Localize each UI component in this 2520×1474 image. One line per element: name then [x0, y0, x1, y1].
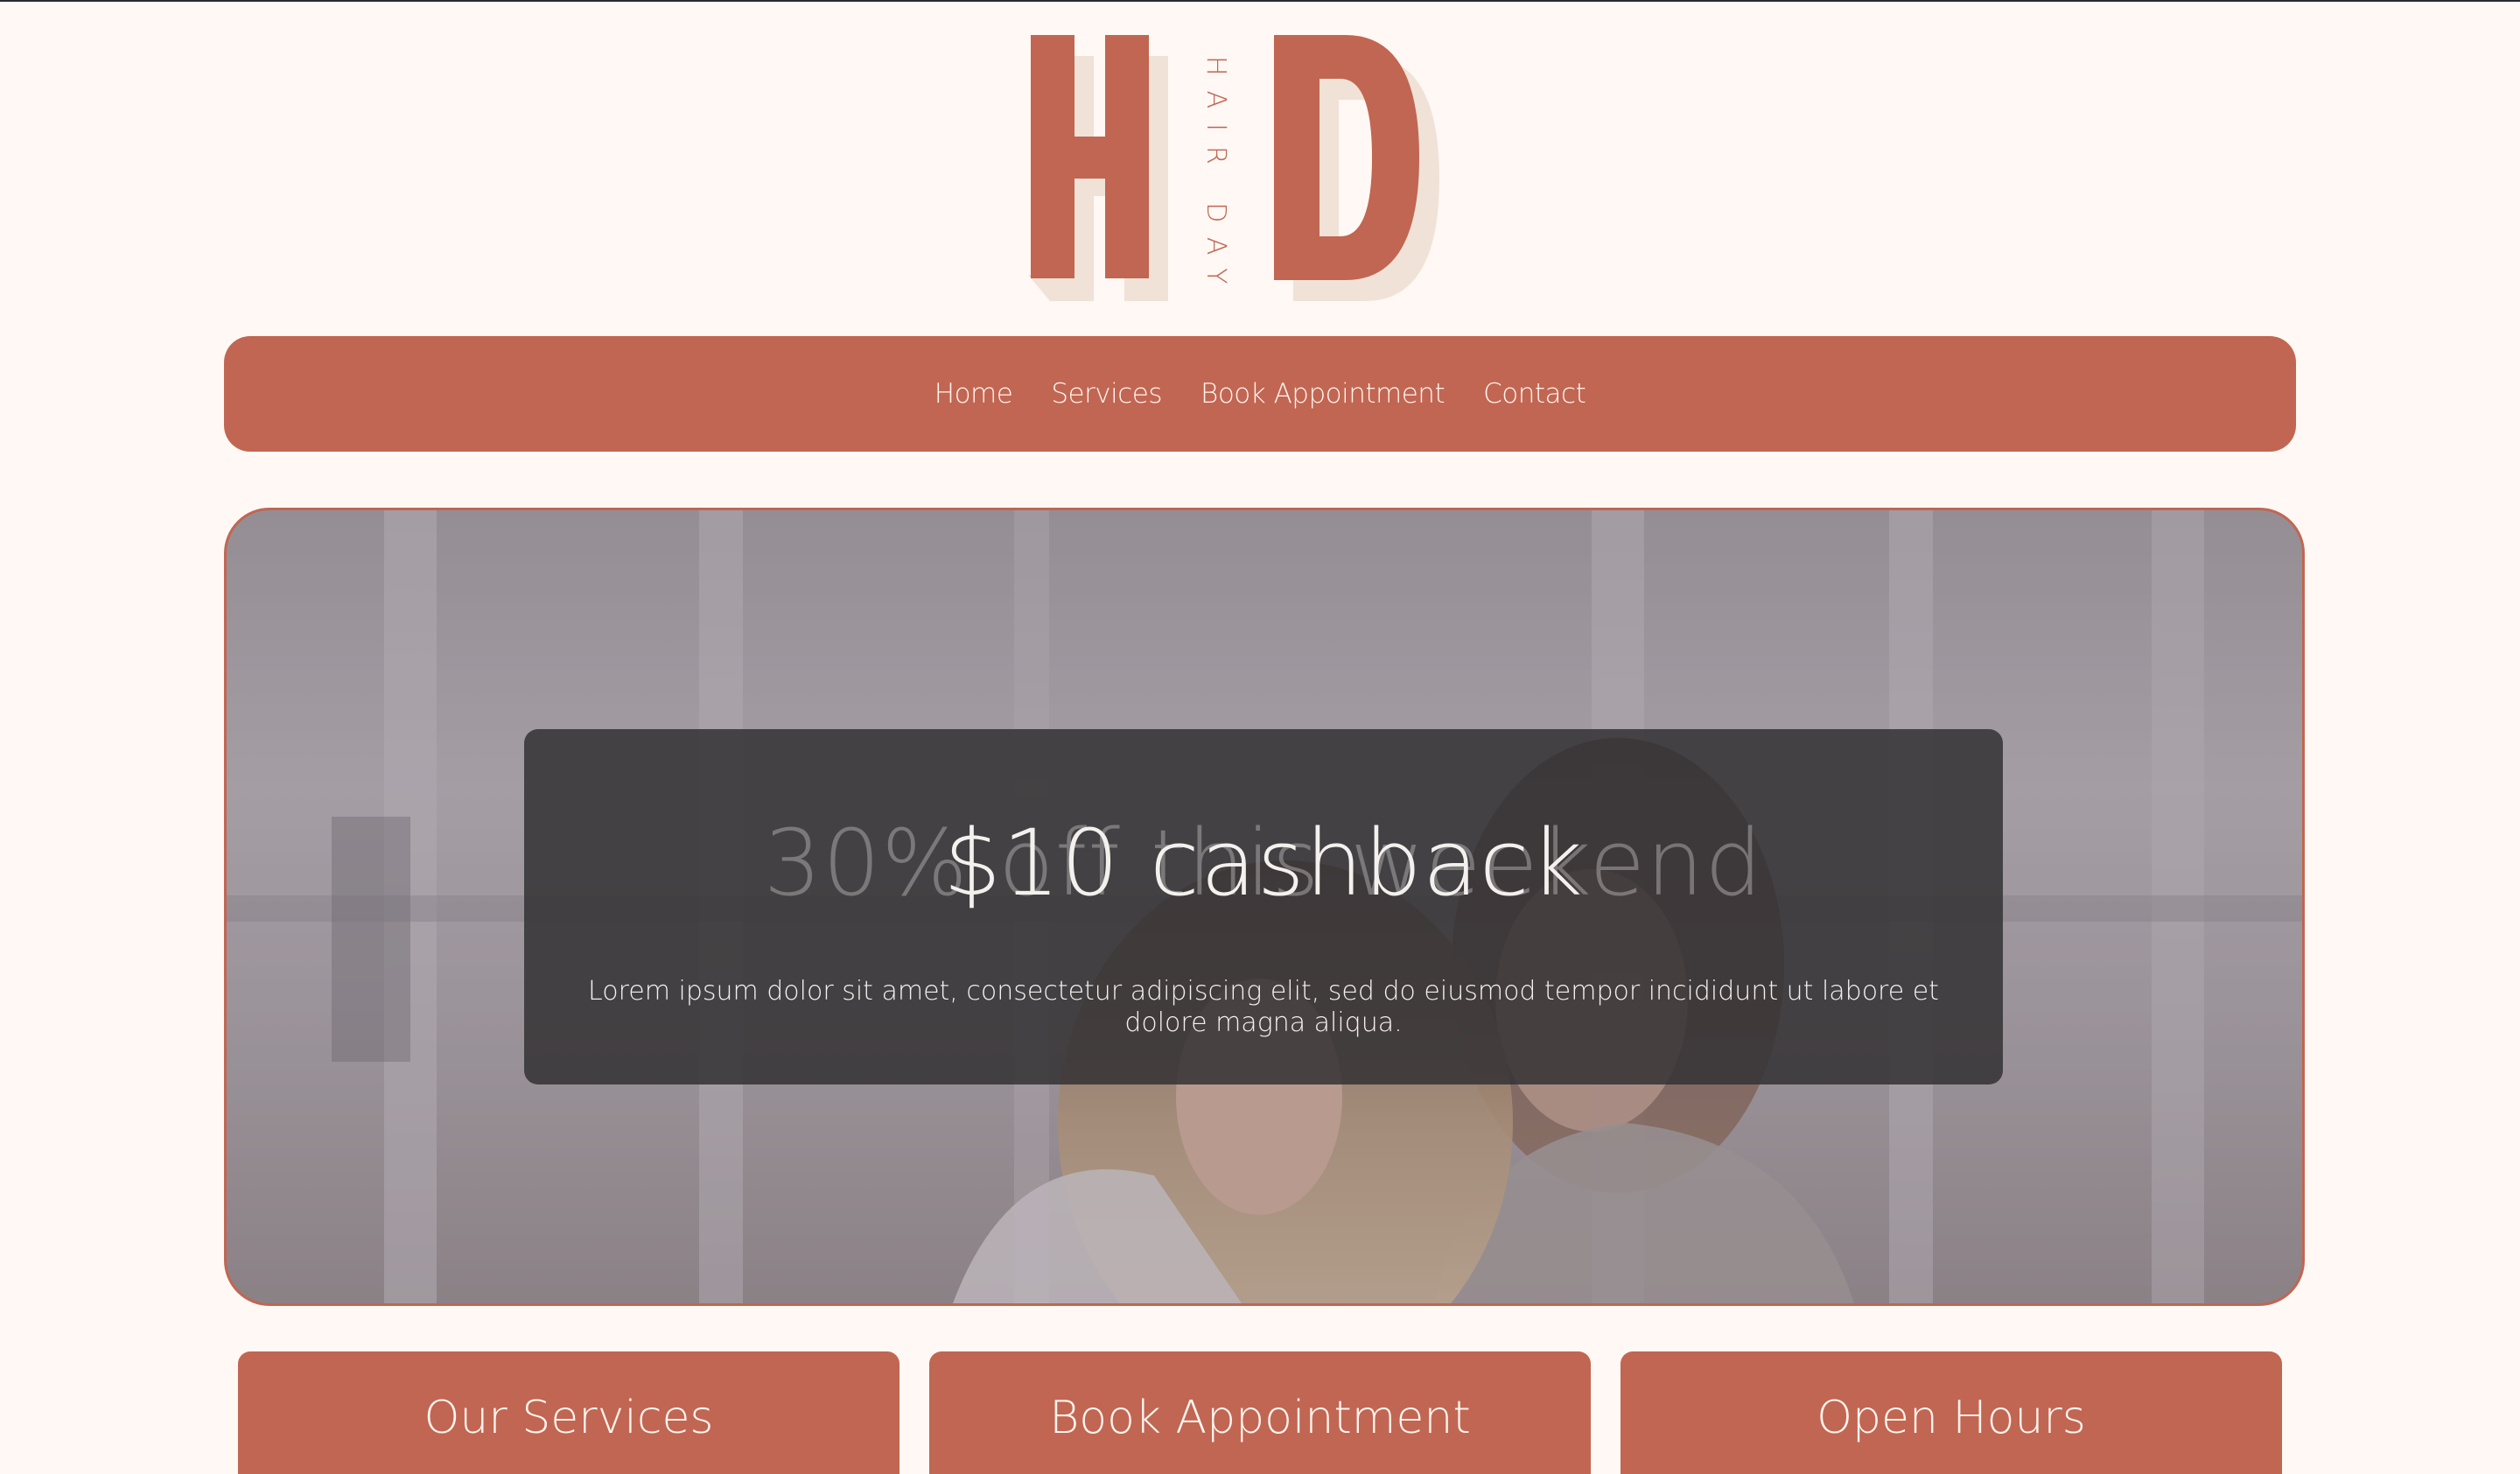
logo-tagline: HAIR DAY [1200, 56, 1231, 298]
card-label: Book Appointment [1049, 1392, 1471, 1444]
hero-banner: 30% off this weekend $10 cashback Lorem … [224, 508, 2305, 1306]
main-nav: Home Services Book Appointment Contact [224, 336, 2296, 452]
card-label: Our Services [424, 1392, 714, 1444]
card-label: Open Hours [1816, 1392, 2086, 1444]
promo-title: $10 cashback [943, 810, 1584, 916]
nav-book-appointment[interactable]: Book Appointment [1200, 378, 1446, 410]
promo-box: 30% off this weekend $10 cashback Lorem … [524, 729, 2003, 1084]
nav-contact[interactable]: Contact [1483, 378, 1586, 410]
card-open-hours[interactable]: Open Hours [1620, 1351, 2282, 1474]
card-our-services[interactable]: Our Services [238, 1351, 900, 1474]
promo-description: Lorem ipsum dolor sit amet, consectetur … [588, 976, 1939, 1038]
logo-letter-d [1274, 35, 1419, 280]
nav-services[interactable]: Services [1051, 378, 1162, 410]
brand-logo[interactable]: HAIR DAY [1024, 30, 1479, 310]
card-book-appointment[interactable]: Book Appointment [929, 1351, 1591, 1474]
nav-home[interactable]: Home [934, 378, 1013, 410]
top-border [0, 0, 2520, 2]
